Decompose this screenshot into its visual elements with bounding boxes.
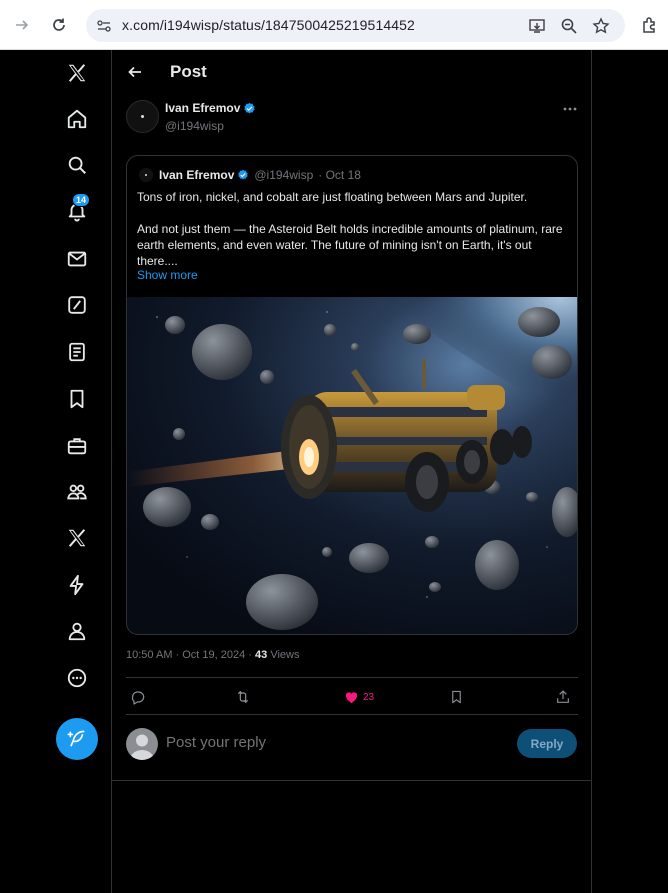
profile-icon[interactable] [62,616,92,646]
forward-icon[interactable] [10,13,34,37]
left-navigation: 14 [0,50,112,893]
author-avatar[interactable] [126,100,159,133]
like-count: 23 [363,691,375,703]
grok-icon[interactable] [62,290,92,320]
x-logo-icon[interactable] [62,58,92,88]
premium-icon[interactable] [62,523,92,553]
bookmark-icon [452,690,461,704]
main-column: Post Ivan Efremov @i194wisp Ivan Efremov… [112,50,592,893]
quoted-text-paragraph-2: And not just them — the Asteroid Belt ho… [137,222,563,268]
compose-button[interactable] [56,718,98,760]
repost-action[interactable] [234,687,252,707]
bookmarks-icon[interactable] [62,384,92,414]
asteroid-spaceship-image[interactable] [127,297,578,635]
post-actions-bar: 23 [126,677,578,715]
quoted-post-date: · Oct 18 [318,168,361,182]
show-more-link[interactable]: Show more [137,268,198,282]
verified-orgs-icon[interactable] [62,570,92,600]
page-title: Post [170,62,207,81]
bookmark-star-icon[interactable] [591,16,611,36]
bookmark-action[interactable] [449,687,464,707]
page-header: Post [112,50,592,94]
post-timestamp[interactable]: 10:50 AM · Oct 19, 2024 · [126,649,255,661]
address-bar[interactable]: x.com/i194wisp/status/184750042521951445… [86,9,625,42]
quoted-author-handle[interactable]: @i194wisp [254,168,313,182]
compose-feather-icon [67,730,85,747]
author-handle[interactable]: @i194wisp [165,119,224,133]
repost-icon [237,691,249,703]
communities-icon[interactable] [62,477,92,507]
verified-badge-icon [238,169,249,180]
url-text[interactable]: x.com/i194wisp/status/184750042521951445… [122,17,415,33]
like-action[interactable]: 23 [344,687,374,707]
more-options-icon[interactable] [560,102,580,116]
quoted-author-name[interactable]: Ivan Efremov [159,168,234,182]
verified-badge-icon [244,102,255,113]
reply-button[interactable]: Reply [517,729,577,758]
install-app-icon[interactable] [527,16,547,36]
extensions-icon[interactable] [638,13,662,37]
quoted-post[interactable]: Ivan Efremov @i194wisp · Oct 18 Tons of … [126,155,578,635]
author-name-row[interactable]: Ivan Efremov [165,101,256,115]
back-arrow-icon[interactable] [124,61,146,83]
share-icon [557,690,569,703]
reply-action[interactable] [130,687,146,707]
notifications-icon[interactable]: 14 [62,193,92,226]
heart-filled-icon [345,691,358,703]
jobs-icon[interactable] [62,431,92,461]
browser-toolbar: x.com/i194wisp/status/184750042521951445… [0,0,668,50]
messages-icon[interactable] [62,244,92,274]
quoted-author-avatar[interactable] [139,168,153,182]
more-icon[interactable] [62,663,92,693]
lists-icon[interactable] [62,337,92,367]
views-count: 43 [255,649,268,661]
share-action[interactable] [555,687,571,707]
views-label: Views [267,649,300,661]
quoted-text-paragraph-1: Tons of iron, nickel, and cobalt are jus… [137,190,528,204]
post-meta: 10:50 AM · Oct 19, 2024 · 43 Views [126,649,299,661]
reload-icon[interactable] [47,13,71,37]
notification-count-badge: 14 [72,193,91,207]
reply-icon [131,691,145,705]
quoted-post-text: Tons of iron, nickel, and cobalt are jus… [137,189,567,269]
site-info-icon[interactable] [94,16,114,36]
author-name[interactable]: Ivan Efremov [165,101,240,115]
user-avatar[interactable] [126,728,158,760]
zoom-icon[interactable] [559,16,579,36]
divider [112,780,592,781]
x-app: 14 Post Ivan Efremov @i194wisp Ivan Efre… [0,50,668,893]
quoted-post-header: Ivan Efremov @i194wisp · Oct 18 [159,168,361,182]
reply-input[interactable] [166,734,466,751]
home-icon[interactable] [62,104,92,134]
explore-icon[interactable] [62,150,92,180]
